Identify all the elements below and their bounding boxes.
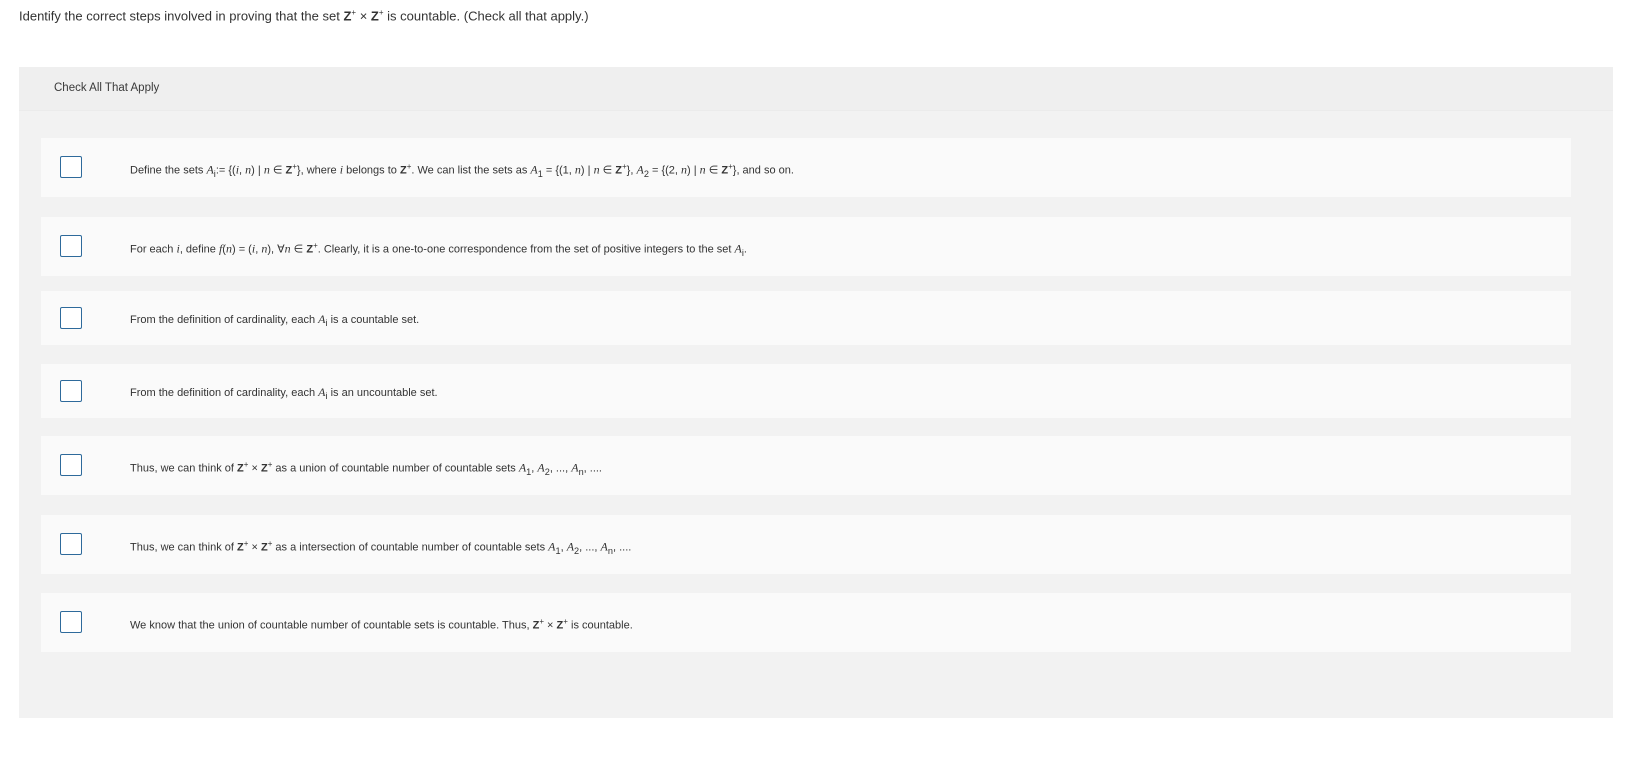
option-1-label: Define the sets Ai:= {(i, n) | n ∈ Z+}, … — [130, 162, 794, 179]
option-3-checkbox[interactable] — [60, 307, 82, 329]
answer-option-4[interactable]: From the definition of cardinality, each… — [41, 364, 1571, 418]
answer-option-5[interactable]: Thus, we can think of Z+ × Z+ as a union… — [41, 436, 1571, 495]
panel-header-label: Check All That Apply — [54, 82, 160, 94]
check-all-panel: Check All That Apply Define the sets Ai:… — [19, 67, 1613, 718]
option-1-checkbox[interactable] — [60, 156, 82, 178]
option-2-label: For each i, define f(n) = (i, n), ∀n ∈ Z… — [130, 241, 747, 258]
option-2-checkbox[interactable] — [60, 235, 82, 257]
answer-option-1[interactable]: Define the sets Ai:= {(i, n) | n ∈ Z+}, … — [41, 138, 1571, 197]
question-prompt: Identify the correct steps involved in p… — [19, 8, 589, 24]
option-7-checkbox[interactable] — [60, 611, 82, 633]
option-6-checkbox[interactable] — [60, 533, 82, 555]
answer-option-7[interactable]: We know that the union of countable numb… — [41, 593, 1571, 652]
answer-option-3[interactable]: From the definition of cardinality, each… — [41, 291, 1571, 345]
option-4-checkbox[interactable] — [60, 380, 82, 402]
panel-header: Check All That Apply — [19, 67, 1613, 111]
option-5-checkbox[interactable] — [60, 454, 82, 476]
answer-option-6[interactable]: Thus, we can think of Z+ × Z+ as a inter… — [41, 515, 1571, 574]
option-7-label: We know that the union of countable numb… — [130, 617, 633, 632]
answer-option-2[interactable]: For each i, define f(n) = (i, n), ∀n ∈ Z… — [41, 217, 1571, 276]
option-3-label: From the definition of cardinality, each… — [130, 312, 420, 329]
option-5-label: Thus, we can think of Z+ × Z+ as a union… — [130, 460, 602, 477]
option-6-label: Thus, we can think of Z+ × Z+ as a inter… — [130, 539, 632, 556]
option-4-label: From the definition of cardinality, each… — [130, 385, 438, 402]
